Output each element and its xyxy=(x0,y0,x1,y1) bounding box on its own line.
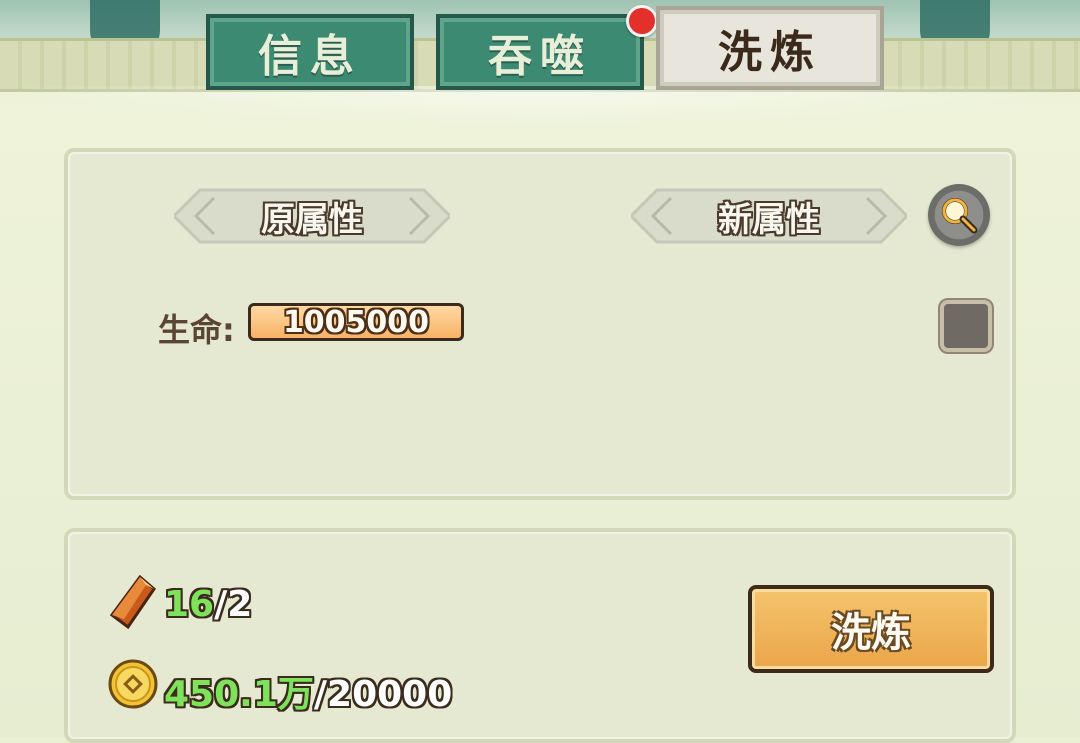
refine-button-label: 洗炼 xyxy=(831,610,911,656)
tab-info-label: 信息 xyxy=(258,31,362,82)
hp-stat-label: 生命: xyxy=(158,311,235,349)
crystal-required: /2 xyxy=(214,584,253,625)
crystal-amount: 16 xyxy=(164,584,215,625)
tab-devour[interactable]: 吞噬 xyxy=(436,14,644,90)
hp-stat-value: 1005000 xyxy=(248,303,464,341)
notification-badge xyxy=(626,5,658,37)
tab-info[interactable]: 信息 xyxy=(206,14,414,90)
curtain-shade xyxy=(0,86,1080,126)
crystal-count: 16/2 xyxy=(164,584,252,625)
refine-button[interactable]: 洗炼 xyxy=(748,585,994,673)
new-attributes-label: 新属性 xyxy=(718,199,820,240)
tab-devour-label: 吞噬 xyxy=(488,31,592,82)
tab-refine[interactable]: 洗炼 xyxy=(656,6,884,90)
coin-required: /20000 xyxy=(313,674,453,715)
preview-search-button[interactable] xyxy=(928,184,990,246)
tab-refine-label: 洗炼 xyxy=(718,27,822,78)
coin-amount: 450.1万 xyxy=(164,674,314,715)
coin-count: 450.1万/20000 xyxy=(164,665,452,717)
crystal-icon xyxy=(110,575,156,629)
new-attributes-header: 新属性 xyxy=(631,188,907,244)
search-icon xyxy=(942,198,978,234)
original-attributes-label: 原属性 xyxy=(261,199,363,240)
coin-icon xyxy=(108,659,158,709)
lock-checkbox[interactable] xyxy=(940,300,992,352)
original-attributes-header: 原属性 xyxy=(174,188,450,244)
